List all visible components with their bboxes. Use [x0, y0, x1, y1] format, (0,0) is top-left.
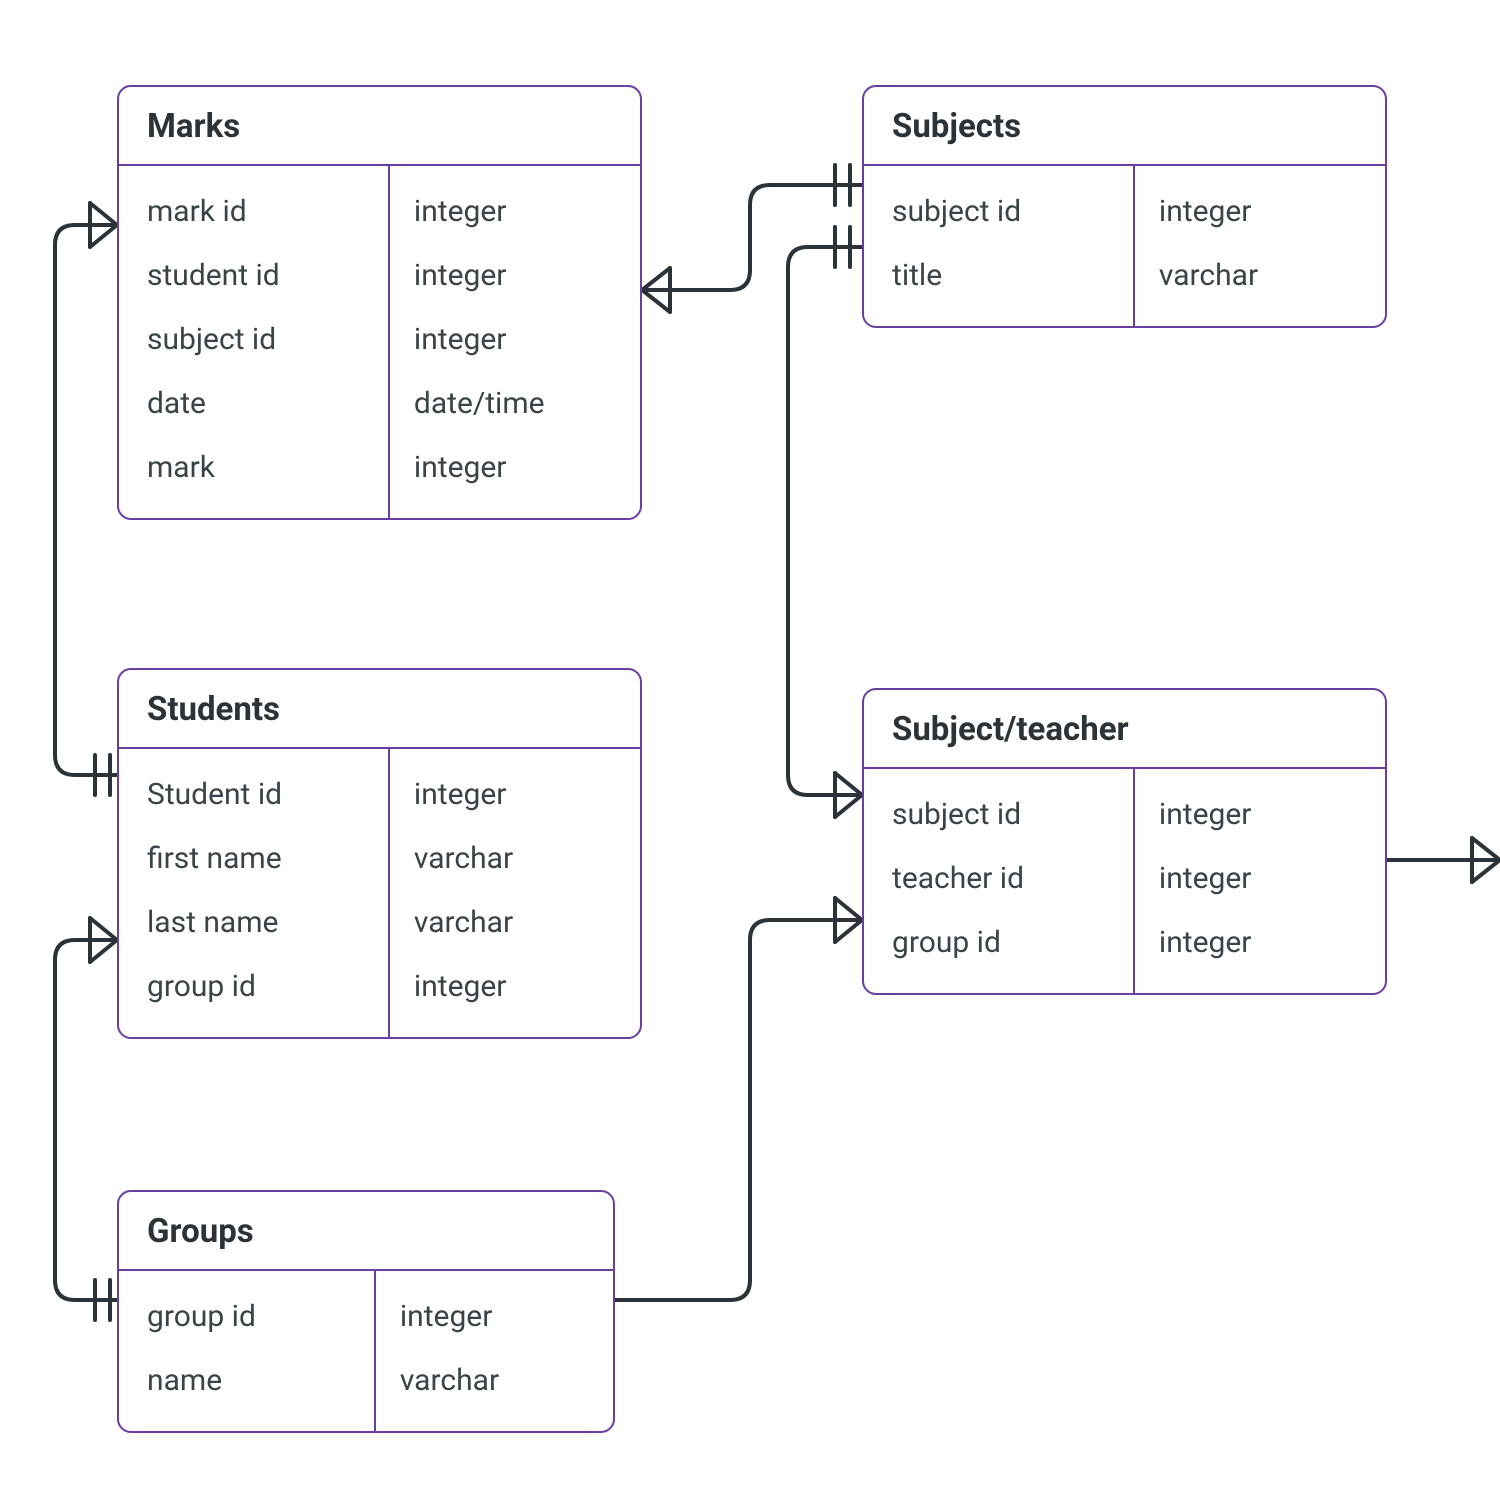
field-name: group id: [892, 911, 1113, 975]
field-type: date/time: [414, 372, 620, 436]
field-type: integer: [414, 244, 620, 308]
field-type: integer: [414, 436, 620, 500]
entity-groups: Groups group id name integer varchar: [117, 1190, 615, 1433]
field-type: integer: [1159, 783, 1365, 847]
field-type: integer: [1159, 911, 1365, 975]
field-type: integer: [414, 763, 620, 827]
field-type: integer: [1159, 847, 1365, 911]
field-type: integer: [414, 180, 620, 244]
field-type: integer: [1159, 180, 1365, 244]
field-name: teacher id: [892, 847, 1113, 911]
field-type: integer: [400, 1285, 593, 1349]
field-type: integer: [414, 308, 620, 372]
field-name: subject id: [892, 180, 1113, 244]
field-name: group id: [147, 955, 368, 1019]
field-type: varchar: [1159, 244, 1365, 308]
field-name: mark: [147, 436, 368, 500]
field-type: varchar: [414, 827, 620, 891]
field-name: title: [892, 244, 1113, 308]
entity-title: Subjects: [864, 87, 1385, 166]
field-name: student id: [147, 244, 368, 308]
field-type: varchar: [400, 1349, 593, 1413]
entity-title: Subject/teacher: [864, 690, 1385, 769]
field-name: group id: [147, 1285, 354, 1349]
entity-subjects: Subjects subject id title integer varcha…: [862, 85, 1387, 328]
entity-marks: Marks mark id student id subject id date…: [117, 85, 642, 520]
entity-subject-teacher: Subject/teacher subject id teacher id gr…: [862, 688, 1387, 995]
field-name: date: [147, 372, 368, 436]
entity-title: Marks: [119, 87, 640, 166]
field-name: subject id: [147, 308, 368, 372]
field-name: Student id: [147, 763, 368, 827]
field-type: varchar: [414, 891, 620, 955]
entity-title: Groups: [119, 1192, 613, 1271]
entity-title: Students: [119, 670, 640, 749]
field-name: last name: [147, 891, 368, 955]
field-name: mark id: [147, 180, 368, 244]
field-name: name: [147, 1349, 354, 1413]
entity-students: Students Student id first name last name…: [117, 668, 642, 1039]
field-name: first name: [147, 827, 368, 891]
field-name: subject id: [892, 783, 1113, 847]
field-type: integer: [414, 955, 620, 1019]
